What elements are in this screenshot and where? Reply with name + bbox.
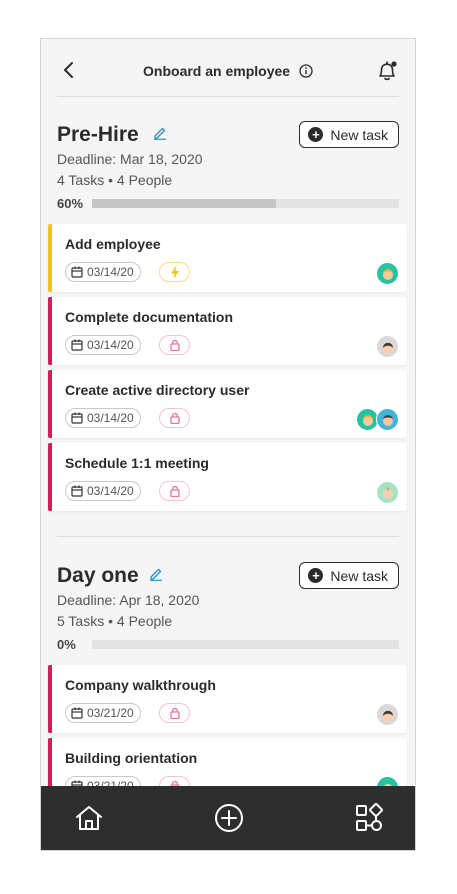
top-bar: Onboard an employee bbox=[41, 39, 415, 97]
lock-icon bbox=[169, 485, 180, 497]
home-icon[interactable] bbox=[73, 802, 105, 834]
task-title: Company walkthrough bbox=[65, 677, 216, 693]
due-date: 03/14/20 bbox=[87, 484, 134, 498]
status-chip[interactable] bbox=[159, 335, 190, 355]
card-accent bbox=[48, 224, 52, 292]
assignees bbox=[376, 703, 399, 726]
assignees bbox=[376, 262, 399, 285]
plus-icon: + bbox=[308, 568, 324, 583]
progress-percent: 60% bbox=[57, 196, 84, 211]
section-title: Day one bbox=[57, 564, 139, 587]
page-title: Onboard an employee bbox=[143, 63, 291, 79]
assignees bbox=[376, 335, 399, 358]
teal-avatar[interactable] bbox=[376, 262, 399, 285]
new-task-label: New task bbox=[330, 567, 388, 584]
section-title: Pre-Hire bbox=[57, 123, 139, 146]
calendar-icon bbox=[71, 412, 83, 424]
plus-icon: + bbox=[308, 127, 324, 142]
task-card[interactable]: Company walkthrough 03/21/20 bbox=[48, 665, 407, 733]
bottom-nav bbox=[41, 786, 415, 850]
progress-fill bbox=[92, 199, 277, 208]
new-task-button[interactable]: + New task bbox=[299, 121, 399, 148]
progress-percent: 0% bbox=[57, 637, 76, 652]
pencil-icon[interactable] bbox=[149, 567, 163, 581]
due-date-chip[interactable]: 03/14/20 bbox=[65, 481, 141, 501]
task-card[interactable]: Complete documentation 03/14/20 bbox=[48, 297, 407, 365]
calendar-icon bbox=[71, 339, 83, 351]
lightning-icon bbox=[170, 265, 179, 279]
task-card[interactable]: Create active directory user 03/14/20 bbox=[48, 370, 407, 438]
section-counts: 5 Tasks • 4 People bbox=[57, 613, 173, 629]
status-chip[interactable] bbox=[159, 408, 190, 428]
lock-icon bbox=[169, 412, 180, 424]
blue-avatar[interactable] bbox=[376, 408, 399, 431]
page-title-wrap: Onboard an employee bbox=[41, 63, 415, 79]
card-accent bbox=[48, 443, 52, 511]
due-date-chip[interactable]: 03/21/20 bbox=[65, 703, 141, 723]
task-card[interactable]: Add employee 03/14/20 bbox=[48, 224, 407, 292]
section-deadline: Deadline: Mar 18, 2020 bbox=[57, 151, 203, 167]
due-date-chip[interactable]: 03/14/20 bbox=[65, 408, 141, 428]
card-accent bbox=[48, 370, 52, 438]
task-title: Building orientation bbox=[65, 750, 198, 766]
task-title: Create active directory user bbox=[65, 382, 250, 398]
status-chip[interactable] bbox=[159, 481, 190, 501]
bell-icon[interactable] bbox=[375, 59, 399, 83]
status-chip[interactable] bbox=[159, 703, 190, 723]
progress-bar bbox=[92, 199, 399, 208]
assignees bbox=[356, 408, 399, 431]
task-title: Complete documentation bbox=[65, 309, 234, 325]
due-date: 03/14/20 bbox=[87, 411, 134, 425]
grey-avatar[interactable] bbox=[376, 703, 399, 726]
assignees bbox=[376, 481, 399, 504]
task-card[interactable]: Schedule 1:1 meeting 03/14/20 bbox=[48, 443, 407, 511]
task-title: Add employee bbox=[65, 236, 161, 252]
new-task-button[interactable]: + New task bbox=[299, 562, 399, 589]
due-date-chip[interactable]: 03/14/20 bbox=[65, 335, 141, 355]
lock-icon bbox=[169, 339, 180, 351]
calendar-icon bbox=[71, 707, 83, 719]
pencil-icon[interactable] bbox=[153, 126, 167, 140]
card-accent bbox=[48, 297, 52, 365]
status-chip[interactable] bbox=[159, 262, 190, 282]
calendar-icon bbox=[71, 266, 83, 278]
due-date: 03/14/20 bbox=[87, 265, 134, 279]
calendar-icon bbox=[71, 485, 83, 497]
due-date: 03/14/20 bbox=[87, 338, 134, 352]
add-circle-icon[interactable] bbox=[213, 802, 245, 834]
mint-avatar[interactable] bbox=[376, 481, 399, 504]
section-counts: 4 Tasks • 4 People bbox=[57, 172, 173, 188]
task-title: Schedule 1:1 meeting bbox=[65, 455, 209, 471]
lock-icon bbox=[169, 707, 180, 719]
workflow-icon[interactable] bbox=[353, 802, 385, 834]
section-divider bbox=[57, 536, 399, 537]
grey-avatar[interactable] bbox=[376, 335, 399, 358]
info-icon[interactable] bbox=[299, 64, 313, 78]
header-divider bbox=[57, 96, 399, 97]
progress-bar bbox=[92, 640, 399, 649]
new-task-label: New task bbox=[330, 126, 388, 143]
section-deadline: Deadline: Apr 18, 2020 bbox=[57, 592, 200, 608]
due-date: 03/21/20 bbox=[87, 706, 134, 720]
card-accent bbox=[48, 665, 52, 733]
app-screen: Onboard an employee Pre-Hire + New task … bbox=[40, 38, 416, 851]
due-date-chip[interactable]: 03/14/20 bbox=[65, 262, 141, 282]
